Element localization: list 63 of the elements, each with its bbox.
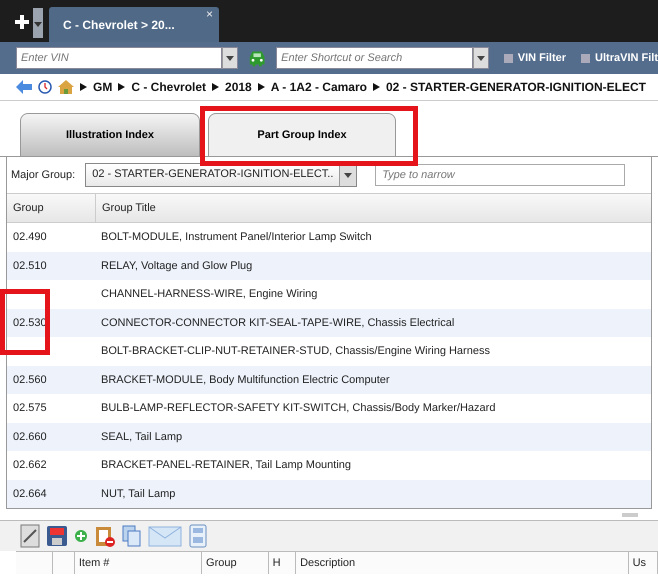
filter-checkbox[interactable]: UltraVIN Filt (581, 52, 658, 64)
table-cell-text: BRACKET-PANEL-RETAINER, Tail Lamp Mounting (100, 459, 352, 472)
table-cell-text: 02.664 (12, 488, 48, 500)
filter-field[interactable]: Type to narrow (375, 164, 626, 186)
add-icon[interactable] (74, 529, 88, 543)
filter-checkbox[interactable]: VIN Filter (504, 52, 566, 64)
table-cell-text: RELAY, Voltage and Glow Plug (100, 260, 254, 272)
copy-icon[interactable] (122, 524, 142, 548)
column-header[interactable]: Item # (74, 552, 202, 574)
plus-icon (15, 14, 29, 28)
table-cell-text: CONNECTOR-CONNECTOR KIT-SEAL-TAPE-WIRE, Chassis Electrical (100, 316, 456, 329)
table-cell-text: 02.662 (12, 459, 48, 472)
column-header[interactable]: Group (7, 194, 95, 222)
column-header[interactable]: H (268, 552, 296, 574)
table-cell-text: BOLT-BRACKET-CLIP-NUT-RETAINER-STUD, Chassis/Engine Wiring Harness (100, 345, 491, 358)
search-field[interactable]: Enter Shortcut or Search (276, 47, 473, 69)
table-cell-text: BULB-LAMP-REFLECTOR-SAFETY KIT-SWITCH, Chassis/Body Marker/Hazard (100, 402, 496, 414)
close-button[interactable]: × (206, 7, 213, 21)
column-header[interactable]: Description (296, 552, 629, 574)
clock-icon[interactable] (38, 80, 52, 94)
breadcrumb-link[interactable]: 2018 (225, 80, 252, 94)
arrow-icon (212, 83, 220, 91)
arrow-icon (372, 83, 380, 91)
back-arrow-icon[interactable] (16, 80, 32, 94)
save-icon[interactable] (46, 524, 68, 548)
arrow-icon (118, 83, 126, 91)
caret-icon (476, 56, 485, 60)
arrow-icon (258, 83, 265, 91)
document-tab[interactable]: C - Chevrolet > 20... × (49, 7, 219, 42)
breadcrumb-link[interactable]: C - Chevrolet (131, 80, 206, 94)
table-cell-text: 02.660 (12, 430, 48, 443)
tab[interactable]: Illustration Index (20, 113, 200, 156)
table-cell-text: CHANNEL-HARNESS-WIRE, Engine Wiring (100, 288, 318, 300)
dropdown-button[interactable] (222, 47, 238, 69)
column-header[interactable]: Group Title (95, 194, 651, 222)
clipboard-remove-icon[interactable] (94, 524, 116, 548)
caret-icon (344, 172, 352, 178)
caret-icon (226, 56, 234, 60)
breadcrumb-link[interactable]: 02 - STARTER-GENERATOR-IGNITION-ELECT (386, 80, 646, 94)
table-cell-text: 02.575 (12, 402, 48, 414)
table-cell-text: NUT, Tail Lamp (100, 488, 176, 500)
table-cell-text: BOLT-MODULE, Instrument Panel/Interior Lamp Switch (100, 231, 373, 244)
dropdown-button[interactable] (472, 47, 489, 69)
breadcrumb-link[interactable]: GM (93, 80, 112, 94)
tab[interactable]: Part Group Index (208, 113, 396, 156)
table-cell-text: 02.490 (12, 231, 48, 244)
column-header[interactable]: Group (202, 552, 269, 574)
column-header[interactable]: Us (628, 552, 658, 574)
breadcrumb-link[interactable]: A - 1A2 - Camaro (270, 80, 367, 94)
table-cell-text: 02.560 (12, 374, 48, 386)
arrow-icon (80, 83, 87, 91)
table-cell-text: SEAL, Tail Lamp (100, 430, 184, 443)
dropdown-button[interactable] (33, 8, 43, 38)
home-icon[interactable] (58, 80, 74, 94)
highlight-frame (0, 289, 50, 355)
document-icon[interactable] (20, 524, 40, 548)
field-label: Major Group: (11, 169, 76, 181)
vin-field[interactable]: Enter VIN (16, 47, 222, 69)
table-cell-text: 02.510 (12, 260, 48, 272)
major-group-dropdown[interactable]: 02 - STARTER-GENERATOR-IGNITION-ELECT.. (85, 163, 358, 187)
caret-icon (34, 22, 42, 28)
tab-title: C - Chevrolet > 20... (62, 18, 175, 32)
table-cell-text: BRACKET-MODULE, Body Multifunction Electric Computer (100, 374, 391, 386)
